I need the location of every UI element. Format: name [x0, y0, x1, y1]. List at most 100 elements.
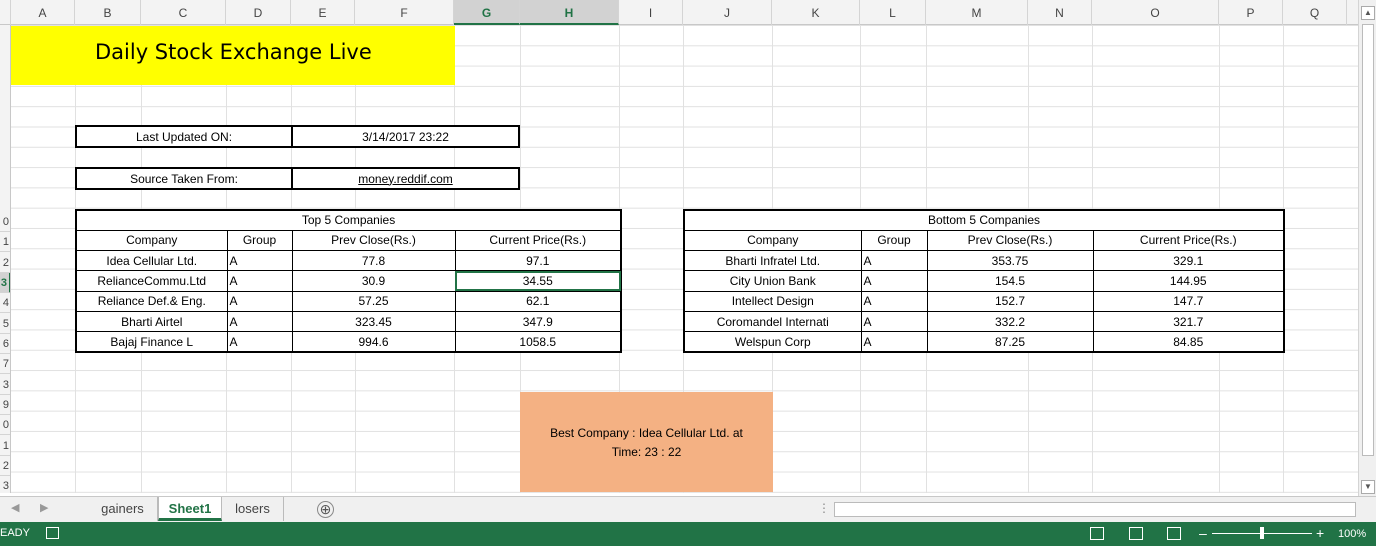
current-price-cell[interactable]: 347.9 [454, 310, 622, 333]
group-cell[interactable]: A [226, 290, 293, 312]
column-header-d[interactable]: D [226, 0, 291, 25]
group-cell[interactable]: A [860, 290, 928, 312]
source-link[interactable]: money.reddif.com [358, 172, 452, 186]
row-header[interactable]: 0 [0, 415, 10, 435]
row-header[interactable]: 1 [0, 436, 10, 456]
current-price-cell[interactable]: 144.95 [1092, 270, 1285, 292]
current-price-cell[interactable]: 1058.5 [454, 331, 622, 353]
row-header[interactable]: 5 [0, 314, 10, 334]
current-price-cell[interactable]: 84.85 [1092, 331, 1285, 353]
column-label[interactable]: Current Price(Rs.) [454, 229, 622, 252]
tab-gainers[interactable]: gainers [88, 497, 158, 521]
column-header-l[interactable]: L [860, 0, 926, 25]
horizontal-scrollbar[interactable] [834, 502, 1356, 517]
best-company-box[interactable]: Best Company : Idea Cellular Ltd. at Tim… [520, 392, 773, 492]
row-header[interactable]: 6 [0, 334, 10, 354]
row-header[interactable]: 2 [0, 253, 10, 273]
group-cell[interactable]: A [860, 331, 928, 353]
macro-record-icon[interactable] [46, 527, 59, 539]
corner-select-all[interactable] [0, 0, 11, 25]
source-value[interactable]: money.reddif.com [291, 167, 520, 190]
column-header-e[interactable]: E [291, 0, 355, 25]
zoom-slider-thumb[interactable] [1260, 527, 1264, 539]
company-cell[interactable]: RelianceCommu.Ltd [75, 270, 228, 292]
column-header-g[interactable]: G [454, 0, 520, 25]
current-price-cell[interactable]: 321.7 [1092, 310, 1285, 333]
column-header-b[interactable]: B [75, 0, 141, 25]
group-cell[interactable]: A [226, 331, 293, 353]
column-header-c[interactable]: C [141, 0, 226, 25]
current-price-cell[interactable]: 147.7 [1092, 290, 1285, 312]
prev-close-cell[interactable]: 323.45 [291, 310, 456, 333]
column-header-o[interactable]: O [1092, 0, 1219, 25]
prev-close-cell[interactable]: 994.6 [291, 331, 456, 353]
row-header[interactable]: 2 [0, 456, 10, 476]
column-header-i[interactable]: I [619, 0, 683, 25]
prev-close-cell[interactable]: 30.9 [291, 270, 456, 292]
column-label[interactable]: Group [226, 229, 293, 252]
prev-close-cell[interactable]: 353.75 [926, 250, 1094, 272]
vertical-scrollbar[interactable]: ▲ ▼ [1358, 0, 1376, 496]
company-cell[interactable]: Reliance Def.& Eng. [75, 290, 228, 312]
column-header-j[interactable]: J [683, 0, 772, 25]
column-header-a[interactable]: A [11, 0, 75, 25]
top-table-title[interactable]: Top 5 Companies [75, 209, 622, 231]
column-label[interactable]: Company [683, 229, 862, 252]
normal-view-icon[interactable] [1090, 527, 1104, 540]
column-label[interactable]: Current Price(Rs.) [1092, 229, 1285, 252]
scroll-down-icon[interactable]: ▼ [1361, 480, 1375, 494]
prev-close-cell[interactable]: 332.2 [926, 310, 1094, 333]
column-label[interactable]: Company [75, 229, 228, 252]
company-cell[interactable]: Intellect Design [683, 290, 862, 312]
zoom-in-icon[interactable]: + [1316, 525, 1324, 541]
column-header-h[interactable]: H [520, 0, 619, 25]
row-header[interactable]: 1 [0, 232, 10, 252]
group-cell[interactable]: A [226, 270, 293, 292]
company-cell[interactable]: Bharti Infratel Ltd. [683, 250, 862, 272]
column-header-p[interactable]: P [1219, 0, 1283, 25]
company-cell[interactable]: City Union Bank [683, 270, 862, 292]
column-header-m[interactable]: M [926, 0, 1028, 25]
current-price-cell[interactable]: 97.1 [454, 250, 622, 272]
tab-prev-icon[interactable]: ◀ [11, 501, 19, 514]
bottom-table-title[interactable]: Bottom 5 Companies [683, 209, 1285, 231]
group-cell[interactable]: A [860, 250, 928, 272]
column-header-n[interactable]: N [1028, 0, 1092, 25]
row-header[interactable]: 7 [0, 354, 10, 374]
column-header-f[interactable]: F [355, 0, 454, 25]
group-cell[interactable]: A [860, 270, 928, 292]
last-updated-value[interactable]: 3/14/2017 23:22 [291, 125, 520, 148]
column-header-k[interactable]: K [772, 0, 860, 25]
row-header[interactable]: 3 [0, 375, 10, 395]
group-cell[interactable]: A [860, 310, 928, 333]
zoom-level[interactable]: 100% [1338, 528, 1366, 540]
tab-next-icon[interactable]: ▶ [40, 501, 48, 514]
last-updated-label[interactable]: Last Updated ON: [75, 125, 293, 148]
company-cell[interactable]: Coromandel Internati [683, 310, 862, 333]
add-sheet-icon[interactable]: ⊕ [317, 501, 334, 518]
company-cell[interactable]: Welspun Corp [683, 331, 862, 353]
zoom-out-icon[interactable]: – [1199, 525, 1207, 541]
tab-losers[interactable]: losers [222, 497, 284, 521]
company-cell[interactable]: Bajaj Finance L [75, 331, 228, 353]
active-cell[interactable]: 34.55 [454, 270, 622, 292]
column-label[interactable]: Group [860, 229, 928, 252]
company-cell[interactable]: Idea Cellular Ltd. [75, 250, 228, 272]
current-price-cell[interactable]: 62.1 [454, 290, 622, 312]
column-label[interactable]: Prev Close(Rs.) [926, 229, 1094, 252]
prev-close-cell[interactable]: 57.25 [291, 290, 456, 312]
current-price-cell[interactable]: 329.1 [1092, 250, 1285, 272]
column-label[interactable]: Prev Close(Rs.) [291, 229, 456, 252]
page-layout-icon[interactable] [1129, 527, 1143, 540]
row-header[interactable]: 0 [0, 212, 10, 232]
tab-sheet1[interactable]: Sheet1 [158, 497, 222, 521]
scroll-thumb[interactable] [1362, 24, 1374, 456]
column-header-q[interactable]: Q [1283, 0, 1347, 25]
row-header[interactable]: 9 [0, 395, 10, 415]
row-header[interactable]: 3 [0, 476, 10, 493]
group-cell[interactable]: A [226, 310, 293, 333]
prev-close-cell[interactable]: 154.5 [926, 270, 1094, 292]
prev-close-cell[interactable]: 87.25 [926, 331, 1094, 353]
row-header-selected[interactable]: 3 [0, 273, 10, 293]
scroll-up-icon[interactable]: ▲ [1361, 6, 1375, 20]
